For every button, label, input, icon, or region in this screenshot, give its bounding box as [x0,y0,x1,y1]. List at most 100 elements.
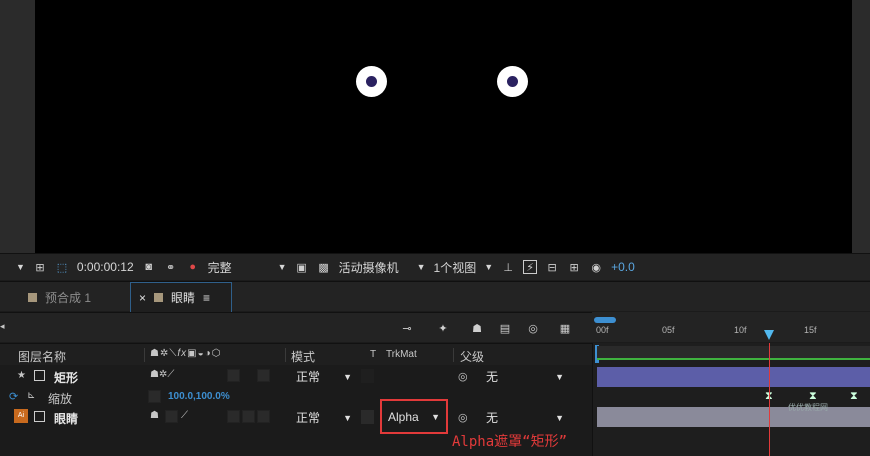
preserve-transparency-checkbox[interactable] [361,369,374,383]
show-snapshot-icon[interactable]: ⚭ [164,260,178,274]
ruler-tick-label: 10f [734,325,747,335]
switch-cell[interactable] [227,410,240,423]
tab-eyes[interactable]: × 眼睛 ≡ [130,282,232,312]
pupil-left [366,76,377,87]
region-of-interest-icon[interactable]: ⬚ [55,260,69,274]
mode-select[interactable]: 正常 ▼ [290,409,358,426]
pickwhip-icon[interactable]: ◎ [458,370,468,383]
ruler-tick-label: 05f [662,325,675,335]
layer-type-icon [34,411,45,422]
preserve-transparency-checkbox[interactable] [361,410,374,424]
layer-bar-rectangle[interactable] [597,367,870,387]
comp-flowchart-icon[interactable]: ⊸ [400,321,414,335]
mode-select[interactable]: 正常 ▼ [290,368,358,385]
current-time-line [769,343,770,456]
annotation-text: Alpha遮罩“矩形” [452,434,568,450]
keyframe-icon[interactable]: ⧗ [850,390,858,403]
layer-bar-eyes[interactable] [597,407,870,427]
switch-cell[interactable] [227,369,240,382]
column-divider [144,348,145,362]
watermark-text: 优优教程网 [788,403,828,412]
column-t[interactable]: T [370,349,376,360]
mode-value: 正常 [296,370,321,384]
draft-3d-icon[interactable]: ✦ [436,321,450,335]
switch-cell[interactable] [257,410,270,423]
fast-draft-icon[interactable]: ⚡ [523,260,538,274]
ruler-tick-label: 15f [804,325,817,335]
exposure-value[interactable]: +0.0 [611,260,635,274]
column-trkmat[interactable]: TrkMat [386,349,417,360]
layer-switches-icons[interactable]: ☗ [150,410,159,421]
composition-canvas[interactable] [35,0,852,253]
mode-value: 正常 [296,411,321,425]
tab-label: 眼睛 [171,291,196,305]
grid-icon[interactable]: ⊞ [33,260,47,274]
chevron-left-icon[interactable]: ◂ [0,321,5,332]
time-ruler[interactable]: 00f 05f 10f 15f [592,312,870,342]
shape-layer-star-icon: ★ [17,370,26,381]
chevron-down-icon: ▼ [343,412,352,423]
fast-previews-icon[interactable]: ▣ [295,260,309,274]
work-area-start-handle[interactable] [594,317,616,323]
layer-name[interactable]: 眼睛 [54,410,78,427]
composition-swatch-icon [28,292,37,302]
keyframe-lane-scale [597,388,870,406]
tab-precomp-1[interactable]: 预合成 1 [28,282,91,312]
layer-type-icon [34,370,45,381]
toggle-pixel-aspect-icon[interactable]: ⊥ [501,260,515,274]
current-time-indicator[interactable] [764,330,774,340]
layer-row-eyes[interactable]: Ai 眼睛 ☗ ⟋ 正常 ▼ Alpha ▼ ◎ 无 ▼ [0,399,592,434]
parent-select[interactable]: 无 ▼ [480,368,570,385]
switch-cell[interactable] [242,410,255,423]
trkmat-select[interactable]: Alpha ▼ [380,399,448,434]
scale-value[interactable]: 100.0,100.0% [168,391,230,402]
column-layer-name[interactable]: 图层名称 [18,348,66,365]
column-mode[interactable]: 模式 [291,348,315,365]
parent-value: 无 [486,370,499,384]
quality-icon[interactable]: ⟋ [181,410,188,421]
parent-value: 无 [486,411,499,425]
property-name: 缩放 [48,392,73,406]
pickwhip-icon[interactable]: ◎ [458,411,468,424]
layer-switches-icons[interactable]: ☗✲⟋ [150,369,174,380]
shy-layers-icon[interactable]: ☗ [470,321,484,335]
switch-cell[interactable] [165,410,178,423]
column-parent[interactable]: 父级 [460,348,484,365]
magnification-dropdown[interactable]: ▼ [16,262,25,272]
panel-menu-icon[interactable]: ≡ [203,291,210,305]
eye-right [497,66,528,97]
stopwatch-icon[interactable]: ⟳ [9,390,18,403]
viewer-toolbar: ▼ ⊞ ⬚ 0:00:00:12 ◙ ⚭ ● 完整 ▼ ▣ ▩ 活动摄像机 ▼ … [0,253,870,280]
timeline-icon[interactable]: ⊟ [545,260,559,274]
property-row-scale[interactable]: ⟳ ⊾ 缩放 100.0,100.0% [0,388,592,406]
timeline-track-area[interactable]: ⧗ ⧗ ⧗ 优优教程网 [592,343,870,456]
graph-icon[interactable]: ⊾ [27,390,35,401]
tab-label: 预合成 1 [45,290,92,305]
snapshot-icon[interactable]: ◙ [142,260,156,274]
resolution-select[interactable]: 完整 [208,259,232,276]
motion-blur-icon[interactable]: ◎ [526,321,540,335]
current-timecode[interactable]: 0:00:00:12 [77,260,134,274]
work-area-bar[interactable] [597,346,870,360]
graph-editor-icon[interactable]: ▦ [558,321,572,335]
frame-blending-icon[interactable]: ▤ [498,321,512,335]
view-layout-dropdown-arrow[interactable]: ▼ [484,262,493,272]
color-channels-icon[interactable]: ● [186,260,200,274]
layer-name[interactable]: 矩形 [54,369,78,386]
camera-dropdown-arrow[interactable]: ▼ [417,262,426,272]
illustrator-layer-icon: Ai [14,409,28,423]
chevron-down-icon: ▼ [555,412,564,423]
switch-cell[interactable] [148,390,161,403]
camera-select[interactable]: 活动摄像机 [339,259,399,276]
parent-select[interactable]: 无 ▼ [480,409,570,426]
pupil-right [507,76,518,87]
exposure-reset-icon[interactable]: ◉ [589,260,603,274]
layer-row-rectangle[interactable]: ★ 矩形 ☗✲⟋ 正常 ▼ ◎ 无 ▼ [0,366,592,387]
composition-viewer [0,0,870,253]
switch-cell[interactable] [257,369,270,382]
view-layout-select[interactable]: 1个视图 [434,259,477,276]
resolution-dropdown-arrow[interactable]: ▼ [278,262,287,272]
transparency-grid-icon[interactable]: ▩ [317,260,331,274]
close-icon[interactable]: × [139,291,146,305]
flowchart-icon[interactable]: ⊞ [567,260,581,274]
